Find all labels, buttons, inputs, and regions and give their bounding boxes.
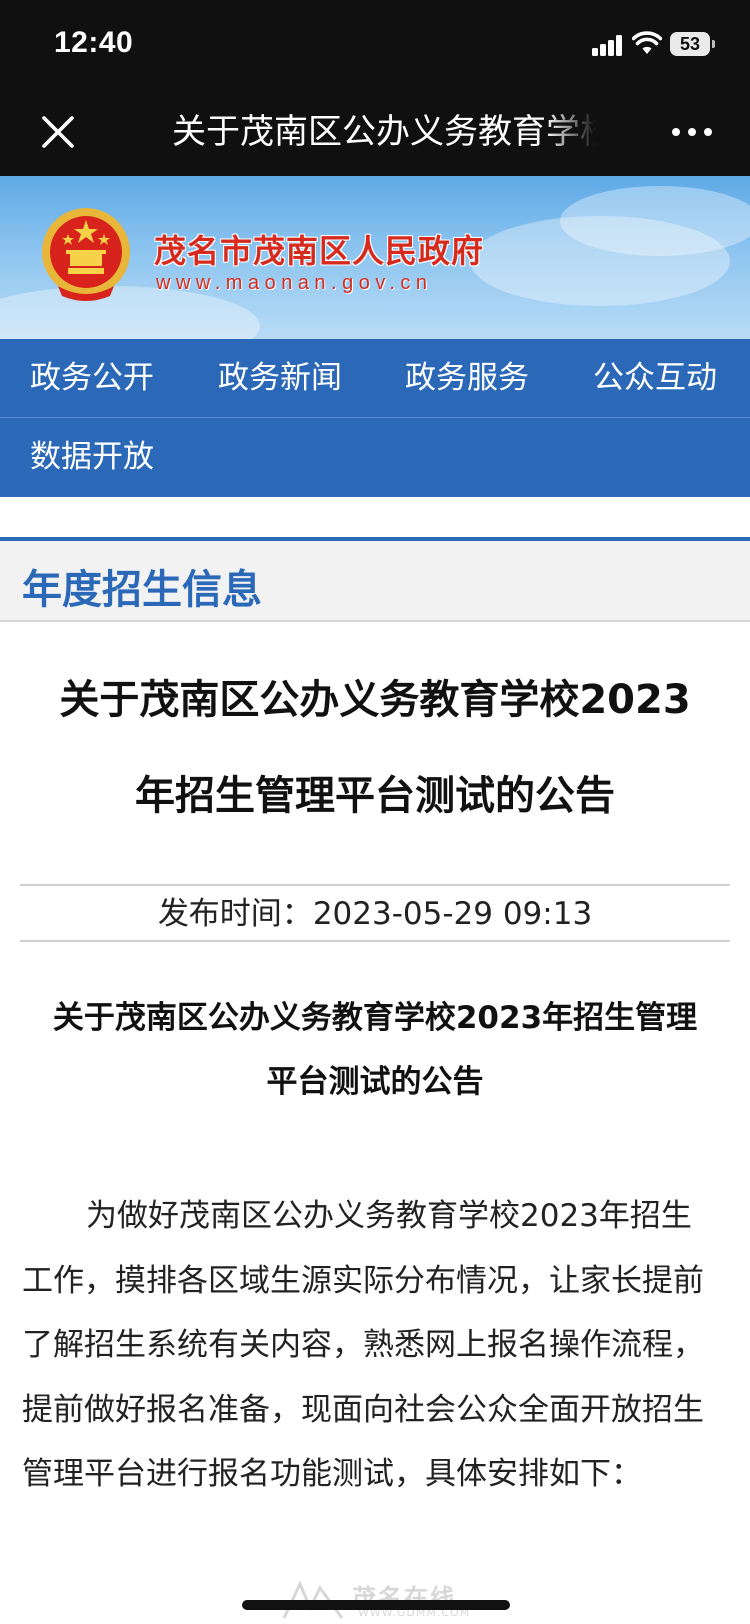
nav-item-services[interactable]: 政务服务 <box>405 339 529 417</box>
main-nav: 政务公开 政务新闻 政务服务 公众互动 数据开放 <box>0 339 750 497</box>
article-title-line: 关于茂南区公办义务教育学校2023 <box>59 677 691 723</box>
publish-label: 发布时间： <box>157 896 313 932</box>
browser-title-bar: 关于茂南区公办义务教育学校2023年招生管理平台测试的公告 <box>0 88 750 176</box>
nav-item-public-interaction[interactable]: 公众互动 <box>593 339 717 417</box>
status-bar: 12:40 53 <box>0 0 750 88</box>
home-indicator[interactable] <box>242 1600 510 1610</box>
section-header: 年度招生信息 <box>0 537 750 622</box>
nav-item-news[interactable]: 政务新闻 <box>218 339 342 417</box>
site-name: 茂名市茂南区人民政府 <box>154 232 485 270</box>
content-heading-line: 关于茂南区公办义务教育学校2023年招生管理 <box>52 1000 698 1036</box>
article-title: 关于茂南区公办义务教育学校2023 年招生管理平台测试的公告 <box>20 652 730 844</box>
content-heading-line: 平台测试的公告 <box>266 1064 484 1100</box>
status-time: 12:40 <box>54 26 134 59</box>
nav-row: 数据开放 <box>0 418 750 496</box>
page-title-bar-text: 关于茂南区公办义务教育学校2023年招生管理平台测试的公告 <box>172 112 596 152</box>
national-emblem-icon <box>42 208 130 301</box>
section-title[interactable]: 年度招生信息 <box>22 557 262 615</box>
content-paragraph: 为做好茂南区公办义务教育学校2023年招生工作，摸排各区域生源实际分布情况，让家… <box>22 1198 704 1492</box>
site-header-banner: 茂名市茂南区人民政府 www.maonan.gov.cn <box>0 176 750 339</box>
battery-icon: 53 <box>670 32 715 56</box>
article-title-line: 年招生管理平台测试的公告 <box>135 773 615 819</box>
site-url: www.maonan.gov.cn <box>156 272 433 294</box>
more-options-icon[interactable] <box>672 128 712 138</box>
publish-meta: 发布时间：2023-05-29 09:13 <box>20 884 730 942</box>
nav-row: 政务公开 政务新闻 政务服务 公众互动 <box>0 339 750 418</box>
content-heading: 关于茂南区公办义务教育学校2023年招生管理 平台测试的公告 <box>20 986 730 1114</box>
nav-item-open-data[interactable]: 数据开放 <box>30 418 154 496</box>
nav-item-government-affairs[interactable]: 政务公开 <box>30 339 154 417</box>
cellular-signal-icon <box>592 34 624 56</box>
publish-time: 2023-05-29 09:13 <box>312 896 593 932</box>
wifi-icon <box>632 31 662 54</box>
close-icon[interactable] <box>38 112 78 152</box>
